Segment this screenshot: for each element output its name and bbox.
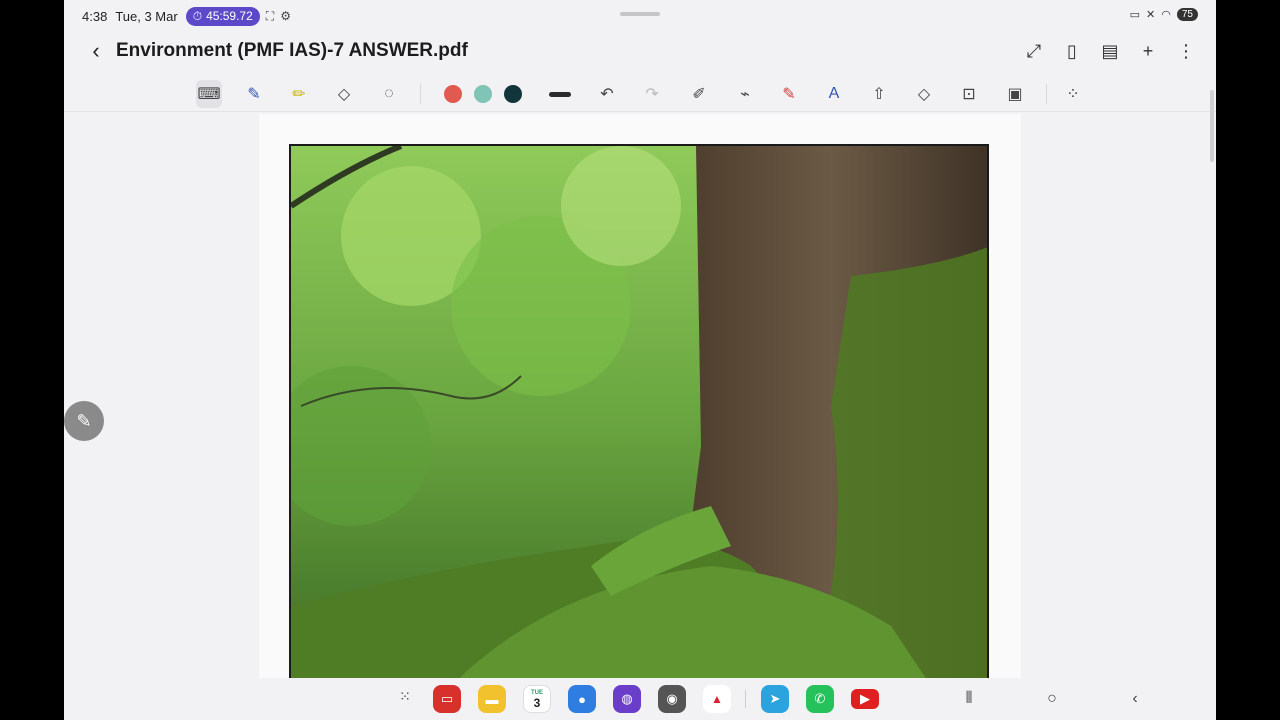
app-files-icon[interactable]: ▬ <box>478 685 506 713</box>
app-browser-icon[interactable]: ◍ <box>613 685 641 713</box>
pen-settings-icon[interactable]: ✐ <box>686 80 712 108</box>
calendar-day: 3 <box>533 696 541 710</box>
battery-indicator: 75 <box>1176 8 1198 21</box>
timer-pill[interactable]: ⏱ 45:59.72 <box>185 6 260 26</box>
back-button[interactable]: ‹ <box>84 40 108 64</box>
text-box-icon[interactable]: ⊡ <box>956 80 982 108</box>
title-bar: ‹ Environment (PMF IAS)-7 ANSWER.pdf ⤢ ▯… <box>64 32 1216 72</box>
add-icon[interactable]: + <box>1138 40 1158 62</box>
color-swatch-dark[interactable] <box>504 85 522 103</box>
tablet-screen: 4:38 Tue, 3 Mar ⏱ 45:59.72 ⛶ ⚙ ▭ ✕ ◠ 75 … <box>64 0 1216 720</box>
timer-value: 45:59.72 <box>206 9 253 23</box>
cast-icon: ▭ <box>1129 9 1141 21</box>
more-tools-icon[interactable]: ⁘ <box>1060 80 1086 108</box>
forest-photo <box>289 144 989 684</box>
app-youtube-icon[interactable]: ▶ <box>851 689 879 709</box>
pen-icon[interactable]: ✎ <box>241 80 267 108</box>
clipboard-lock-icon[interactable]: ▣ <box>1002 80 1028 108</box>
toolbar-divider <box>1046 84 1047 104</box>
app-whatsapp-icon[interactable]: ✆ <box>806 685 834 713</box>
drag-handle[interactable] <box>620 12 660 16</box>
lasso-icon[interactable]: ◌ <box>376 80 402 108</box>
page-settings-icon[interactable]: ▤ <box>1100 40 1120 62</box>
shapes-icon[interactable]: ◇ <box>911 80 937 108</box>
status-date: Tue, 3 Mar <box>115 8 178 24</box>
toolbar-divider <box>420 84 421 104</box>
redo-icon[interactable]: ↷ <box>639 80 665 108</box>
color-swatch-red[interactable] <box>444 85 462 103</box>
red-pen-icon[interactable]: ✎ <box>776 80 802 108</box>
text-style-icon[interactable]: A <box>821 80 847 108</box>
taskbar-divider <box>745 690 746 708</box>
stopwatch-icon: ⏱ <box>192 8 203 23</box>
app-playstore-icon[interactable]: ▲ <box>703 685 731 713</box>
recents-button[interactable]: ⦀ <box>957 687 981 711</box>
drawing-toolbar: ⌨ ✎ ✏ ◇ ◌ ↶ ↷ ✐ ⌁ ✎ A ⇧ ◇ ⊡ ▣ ⁘ <box>64 76 1216 112</box>
document-title: Environment (PMF IAS)-7 ANSWER.pdf <box>116 40 468 61</box>
settings-gear-icon: ⚙ <box>280 9 291 23</box>
status-bar: 4:38 Tue, 3 Mar ⏱ 45:59.72 ⛶ ⚙ ▭ ✕ ◠ 75 <box>64 0 1216 32</box>
app-calendar-icon[interactable]: TUE 3 <box>523 685 551 713</box>
keyboard-icon[interactable]: ⌨ <box>196 80 222 108</box>
mute-icon: ✕ <box>1146 9 1156 21</box>
app-notes-icon[interactable]: ▭ <box>433 685 461 713</box>
wifi-icon: ◠ <box>1161 9 1171 21</box>
apps-grid-icon[interactable]: ⁙ <box>396 688 414 706</box>
highlighter-icon[interactable]: ✏ <box>286 80 312 108</box>
status-right: ▭ ✕ ◠ 75 <box>1130 8 1198 21</box>
nav-back-button[interactable]: ‹ <box>1123 687 1147 711</box>
scrollbar-thumb[interactable] <box>1210 90 1214 162</box>
title-actions: ⤢ ▯ ▤ + ⋮ <box>1024 40 1196 62</box>
taskbar: ⁙ ▭ ▬ TUE 3 ● ◍ ◉ ▲ ➤ ✆ ▶ ⦀ ○ ‹ <box>64 678 1216 720</box>
undo-icon[interactable]: ↶ <box>594 80 620 108</box>
status-time: 4:38 <box>82 8 108 24</box>
eraser-icon[interactable]: ◇ <box>331 80 357 108</box>
pen-up-icon[interactable]: ⇧ <box>866 80 892 108</box>
expand-icon[interactable]: ⤢ <box>1024 40 1044 62</box>
app-camera-icon[interactable]: ◉ <box>658 685 686 713</box>
shape-pen-icon[interactable]: ⌁ <box>732 80 758 108</box>
floating-pen-button[interactable]: ✎ <box>64 401 104 441</box>
book-view-icon[interactable]: ▯ <box>1062 40 1082 62</box>
stroke-width-indicator[interactable] <box>549 92 571 97</box>
app-messages-icon[interactable]: ● <box>568 685 596 713</box>
pdf-page[interactable] <box>259 114 1021 684</box>
screenshot-icon: ⛶ <box>265 8 275 23</box>
color-swatch-teal[interactable] <box>474 85 492 103</box>
more-options-icon[interactable]: ⋮ <box>1176 40 1196 62</box>
app-telegram-icon[interactable]: ➤ <box>761 685 789 713</box>
home-button[interactable]: ○ <box>1040 687 1064 711</box>
